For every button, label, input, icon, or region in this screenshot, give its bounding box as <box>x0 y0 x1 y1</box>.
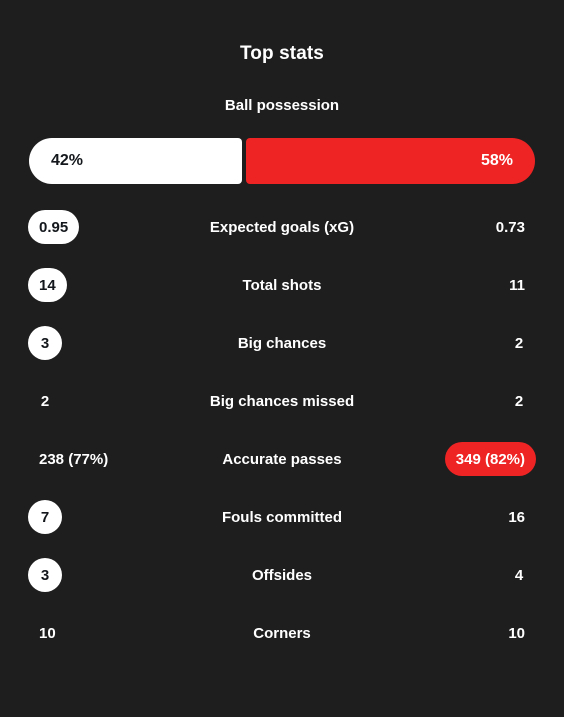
stat-away-value: 0.73 <box>495 218 525 236</box>
stat-home-side: 10 <box>28 616 178 650</box>
stat-label: Expected goals (xG) <box>209 218 355 236</box>
stat-home-value: 0.95 <box>28 210 80 244</box>
stat-row: 2 Big chances missed 2 <box>0 372 564 430</box>
stat-home-value: 3 <box>28 326 62 360</box>
stat-away-side: 0.73 <box>386 210 536 244</box>
stat-home-value: 2 <box>40 392 50 410</box>
stat-home-value: 14 <box>28 268 67 302</box>
stat-label: Fouls committed <box>221 508 342 526</box>
stat-label: Corners <box>253 624 311 642</box>
stat-label: Accurate passes <box>222 450 342 468</box>
stat-home-value: 7 <box>28 500 62 534</box>
stat-home-side: 3 <box>28 558 178 592</box>
ball-possession-block: Ball possession 42% 58% <box>0 96 564 184</box>
stat-away-side: 349 (82%) <box>386 442 536 476</box>
stat-away-side: 16 <box>386 500 536 534</box>
possession-away-segment: 58% <box>245 138 535 184</box>
possession-home-segment: 42% <box>29 138 242 184</box>
stat-row: 0.95 Expected goals (xG) 0.73 <box>0 198 564 256</box>
stat-away-value: 11 <box>509 276 525 294</box>
stat-away-side: 11 <box>386 268 536 302</box>
stat-away-side: 2 <box>386 326 536 360</box>
stat-home-value: 238 (77%) <box>39 450 109 468</box>
stat-away-side: 4 <box>386 558 536 592</box>
ball-possession-label: Ball possession <box>224 97 340 114</box>
stat-row: 14 Total shots 11 <box>0 256 564 314</box>
stat-home-side: 238 (77%) <box>28 442 178 476</box>
possession-away-value: 58% <box>480 152 513 169</box>
stat-label: Big chances <box>237 334 327 352</box>
stat-home-side: 3 <box>28 326 178 360</box>
stat-home-side: 0.95 <box>28 210 178 244</box>
ball-possession-bar: 42% 58% <box>29 138 535 184</box>
stat-away-value: 2 <box>514 392 524 410</box>
stat-row: 3 Offsides 4 <box>0 546 564 604</box>
stat-home-value: 10 <box>39 624 56 642</box>
stat-away-value: 2 <box>514 334 524 352</box>
stat-home-side: 14 <box>28 268 178 302</box>
stat-row: 238 (77%) Accurate passes 349 (82%) <box>0 430 564 488</box>
stat-home-side: 2 <box>28 384 178 418</box>
stat-label: Big chances missed <box>209 392 355 410</box>
stat-row: 3 Big chances 2 <box>0 314 564 372</box>
stat-row: 10 Corners 10 <box>0 604 564 662</box>
page-title: Top stats <box>240 43 324 64</box>
top-stats-panel: Top stats Ball possession 42% 58% 0.95 Ex… <box>0 0 564 717</box>
stats-list: 0.95 Expected goals (xG) 0.73 14 Total shots… <box>0 198 564 662</box>
stat-away-value: 4 <box>514 566 524 584</box>
possession-home-value: 42% <box>51 152 84 169</box>
stat-away-value: 16 <box>508 508 525 526</box>
stat-away-side: 10 <box>386 616 536 650</box>
stat-home-value: 3 <box>28 558 62 592</box>
stat-row: 7 Fouls committed 16 <box>0 488 564 546</box>
stat-away-value: 349 (82%) <box>444 442 536 476</box>
stat-label: Offsides <box>251 566 312 584</box>
stat-home-side: 7 <box>28 500 178 534</box>
stat-away-side: 2 <box>386 384 536 418</box>
stat-away-value: 10 <box>508 624 525 642</box>
stat-label: Total shots <box>242 276 322 294</box>
